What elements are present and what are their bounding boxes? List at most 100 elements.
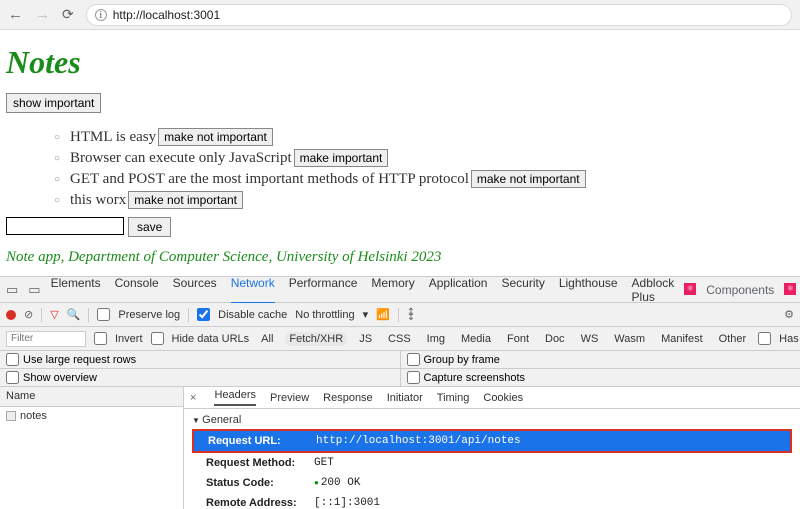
page-content: Notes show important HTML is easymake no… xyxy=(0,30,800,276)
large-rows-checkbox[interactable] xyxy=(6,353,19,366)
toggle-importance-button[interactable]: make not important xyxy=(471,170,586,188)
search-icon[interactable]: 🔍 xyxy=(67,308,81,321)
devtools-ext: ⚛Components ⚛Profiler xyxy=(684,283,800,297)
list-item: GET and POST are the most important meth… xyxy=(54,170,794,188)
close-icon[interactable]: × xyxy=(190,392,196,404)
detail-tabs: × Headers Preview Response Initiator Tim… xyxy=(184,387,800,409)
request-detail: × Headers Preview Response Initiator Tim… xyxy=(184,387,800,509)
toggle-importance-button[interactable]: make important xyxy=(294,149,389,167)
show-important-button[interactable]: show important xyxy=(6,93,101,113)
type-media[interactable]: Media xyxy=(457,332,495,346)
throttling-select[interactable]: No throttling xyxy=(295,309,354,321)
row-key: Status Code: xyxy=(206,477,314,489)
headers-section: General Request URL:http://localhost:300… xyxy=(184,409,800,509)
group-checkbox[interactable] xyxy=(407,353,420,366)
list-item: HTML is easymake not important xyxy=(54,128,794,146)
tab-initiator[interactable]: Initiator xyxy=(387,392,423,404)
tab-adblock[interactable]: Adblock Plus xyxy=(632,276,675,304)
back-button[interactable]: ← xyxy=(8,6,23,23)
info-icon[interactable]: i xyxy=(95,9,107,21)
gear-icon[interactable]: ⚙ xyxy=(784,308,794,321)
request-list-header[interactable]: Name xyxy=(0,387,183,407)
type-all[interactable]: All xyxy=(257,332,277,346)
toggle-importance-button[interactable]: make not important xyxy=(128,191,243,209)
wifi-icon[interactable]: 📶 xyxy=(376,308,390,321)
note-text: Browser can execute only JavaScript xyxy=(70,150,292,167)
general-section[interactable]: General xyxy=(192,411,792,429)
notes-list: HTML is easymake not important Browser c… xyxy=(54,128,794,209)
forward-button[interactable]: → xyxy=(35,6,50,23)
type-wasm[interactable]: Wasm xyxy=(610,332,649,346)
preserve-log-label: Preserve log xyxy=(118,309,180,321)
view-options: Use large request rows Show overview Gro… xyxy=(0,351,800,387)
tab-headers[interactable]: Headers xyxy=(214,389,256,406)
device-icon[interactable]: ▭ xyxy=(28,282,40,298)
tab-lighthouse[interactable]: Lighthouse xyxy=(559,276,618,304)
type-fetchxhr[interactable]: Fetch/XHR xyxy=(285,332,347,346)
filter-input[interactable] xyxy=(6,331,86,347)
disable-cache-checkbox[interactable] xyxy=(197,308,210,321)
list-item: this worxmake not important xyxy=(54,191,794,209)
type-js[interactable]: JS xyxy=(355,332,376,346)
type-doc[interactable]: Doc xyxy=(541,332,569,346)
tab-console[interactable]: Console xyxy=(115,276,159,304)
request-method-row: Request Method:GET xyxy=(192,453,792,473)
url-bar[interactable]: i http://localhost:3001 xyxy=(86,4,792,26)
large-rows-label: Use large request rows xyxy=(23,354,136,366)
tab-cookies[interactable]: Cookies xyxy=(483,392,523,404)
invert-checkbox[interactable] xyxy=(94,332,107,345)
type-font[interactable]: Font xyxy=(503,332,533,346)
type-ws[interactable]: WS xyxy=(577,332,603,346)
tab-response[interactable]: Response xyxy=(323,392,373,404)
list-item: Browser can execute only JavaScriptmake … xyxy=(54,149,794,167)
tab-network[interactable]: Network xyxy=(231,276,275,304)
save-button[interactable]: save xyxy=(128,217,171,237)
tab-application[interactable]: Application xyxy=(429,276,488,304)
status-dot-icon: ● xyxy=(314,479,319,488)
type-other[interactable]: Other xyxy=(715,332,751,346)
record-button[interactable] xyxy=(6,310,16,320)
filter-bar: Invert Hide data URLs All Fetch/XHR JS C… xyxy=(0,327,800,351)
request-row[interactable]: notes xyxy=(0,407,183,425)
request-url-row: Request URL:http://localhost:3001/api/no… xyxy=(192,429,792,453)
tab-components[interactable]: Components xyxy=(706,283,774,297)
devtools-tabs: Elements Console Sources Network Perform… xyxy=(51,276,675,304)
tab-preview[interactable]: Preview xyxy=(270,392,309,404)
browser-toolbar: ← → ⟳ i http://localhost:3001 xyxy=(0,0,800,30)
capture-label: Capture screenshots xyxy=(424,372,526,384)
filter-icon[interactable]: ▽ xyxy=(50,308,58,321)
type-css[interactable]: CSS xyxy=(384,332,415,346)
network-body: Name notes × Headers Preview Response In… xyxy=(0,387,800,509)
row-key: Request Method: xyxy=(206,457,314,469)
import-export[interactable]: ↥↧ xyxy=(407,310,415,320)
blocked-cookies-checkbox[interactable] xyxy=(758,332,771,345)
row-value: GET xyxy=(314,457,334,469)
overview-checkbox[interactable] xyxy=(6,371,19,384)
disable-cache-label: Disable cache xyxy=(218,309,287,321)
toggle-importance-button[interactable]: make not important xyxy=(158,128,273,146)
type-manifest[interactable]: Manifest xyxy=(657,332,707,346)
hide-dataurls-checkbox[interactable] xyxy=(151,332,164,345)
capture-checkbox[interactable] xyxy=(407,371,420,384)
react-icon: ⚛ xyxy=(684,283,696,295)
row-value: [::1]:3001 xyxy=(314,497,380,509)
tab-memory[interactable]: Memory xyxy=(371,276,414,304)
page-title: Notes xyxy=(6,44,794,81)
tab-sources[interactable]: Sources xyxy=(173,276,217,304)
inspect-icon[interactable]: ▭ xyxy=(6,282,18,298)
file-icon xyxy=(6,411,16,421)
tab-security[interactable]: Security xyxy=(501,276,544,304)
tab-timing[interactable]: Timing xyxy=(437,392,470,404)
type-img[interactable]: Img xyxy=(423,332,449,346)
devtools-tabbar: ▭ ▭ Elements Console Sources Network Per… xyxy=(0,277,800,303)
preserve-log-checkbox[interactable] xyxy=(97,308,110,321)
clear-button[interactable]: ⊘ xyxy=(24,308,33,321)
tab-performance[interactable]: Performance xyxy=(289,276,358,304)
tab-elements[interactable]: Elements xyxy=(51,276,101,304)
group-label: Group by frame xyxy=(424,354,500,366)
note-text: HTML is easy xyxy=(70,129,156,146)
note-text: this worx xyxy=(70,192,126,209)
url-text: http://localhost:3001 xyxy=(113,8,220,22)
reload-button[interactable]: ⟳ xyxy=(62,6,74,23)
new-note-input[interactable] xyxy=(6,217,124,235)
